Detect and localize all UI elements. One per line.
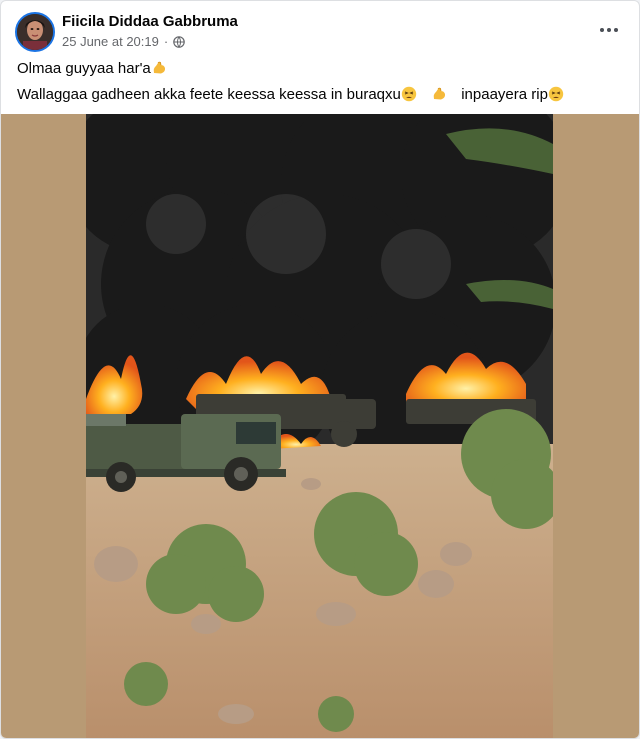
post-text-line-1: Olmaa guyyaa har'a xyxy=(17,60,167,77)
post-meta: 25 June at 20:19 · xyxy=(62,34,186,49)
post-photo[interactable] xyxy=(86,114,553,738)
facebook-post: Fiicila Diddaa Gabbruma 25 June at 20:19… xyxy=(0,0,640,739)
flexed-biceps-emoji-icon xyxy=(433,87,446,100)
post-text-2b: inpaayera rip xyxy=(461,86,548,103)
post-text-2a: Wallaggaa gadheen akka feete keessa kees… xyxy=(17,86,401,103)
post-text-line-2: Wallaggaa gadheen akka feete keessa kees… xyxy=(17,86,564,103)
burning-trucks-photo-icon xyxy=(86,114,553,738)
photo-container xyxy=(1,114,639,738)
post-date[interactable]: 25 June at 20:19 xyxy=(62,34,159,49)
author-avatar[interactable] xyxy=(15,12,55,52)
tired-face-emoji-icon xyxy=(401,86,417,102)
post-header: Fiicila Diddaa Gabbruma 25 June at 20:19… xyxy=(1,1,639,59)
avatar-portrait-icon xyxy=(17,14,53,50)
flexed-biceps-emoji-icon xyxy=(153,61,165,74)
globe-icon[interactable] xyxy=(173,35,186,48)
meta-separator: · xyxy=(163,34,169,49)
author-name[interactable]: Fiicila Diddaa Gabbruma xyxy=(62,13,238,30)
post-text-1: Olmaa guyyaa har'a xyxy=(17,60,151,77)
tired-face-emoji-icon xyxy=(548,86,564,102)
more-options-icon[interactable] xyxy=(595,19,623,41)
